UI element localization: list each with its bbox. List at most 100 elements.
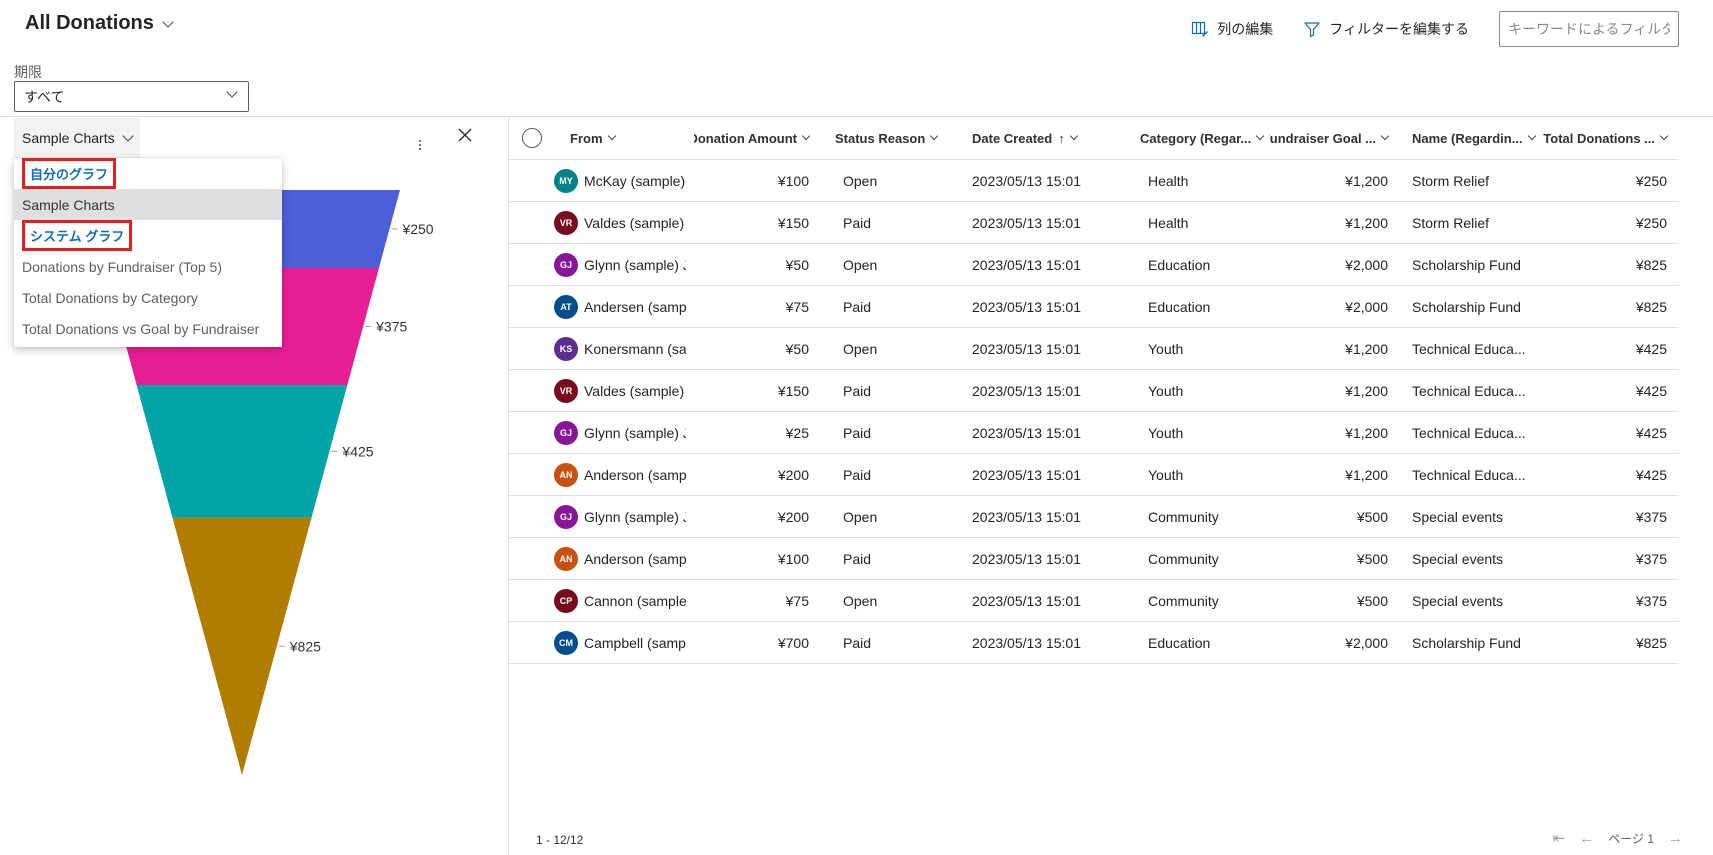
table-row[interactable]: GJ Glynn (sample) Ji ¥200 Open 2023/05/13 15… <box>509 496 1679 538</box>
cell-donation-amount: ¥100 <box>777 550 809 567</box>
column-header-label: Total Donations ... <box>1543 130 1655 146</box>
data-label: ¥375 <box>375 319 407 335</box>
cell-total-donations: ¥375 <box>1635 508 1667 525</box>
cell-from[interactable]: VR Valdes (sample) F <box>554 210 694 235</box>
select-all-radio[interactable] <box>521 128 542 148</box>
cell-name: Special events <box>1412 592 1504 609</box>
column-header-date-created[interactable]: Date Created ↑ <box>964 131 1134 146</box>
cell-from[interactable]: MY McKay (sample) Y <box>554 168 694 193</box>
cell-category: Education <box>1148 256 1211 273</box>
column-header-category[interactable]: Category (Regar... <box>1134 131 1269 146</box>
table-row[interactable]: GJ Glynn (sample) Ji ¥25 Paid 2023/05/13 15:… <box>509 412 1679 454</box>
cell-total-donations: ¥250 <box>1635 214 1667 231</box>
select-all-cell <box>509 128 554 148</box>
grid-header-row: From Donation Amount Status Reason Date … <box>509 117 1679 160</box>
column-header-name[interactable]: Name (Regardin... <box>1404 131 1539 146</box>
record-count: 1 - 12/12 <box>536 833 584 847</box>
cell-fundraiser-goal: ¥1,200 <box>1345 172 1388 189</box>
from-text: Campbell (sampl <box>584 634 686 651</box>
table-row[interactable]: CM Campbell (sampl ¥700 Paid 2023/05/13 15:0… <box>509 622 1679 664</box>
next-page-icon[interactable]: → <box>1668 830 1683 847</box>
cell-from[interactable]: GJ Glynn (sample) Ji <box>554 420 694 445</box>
cell-donation-amount: ¥50 <box>785 340 809 357</box>
table-row[interactable]: VR Valdes (sample) F ¥150 Paid 2023/05/13 15… <box>509 202 1679 244</box>
cell-category: Community <box>1148 508 1219 525</box>
period-dropdown[interactable]: すべて <box>14 81 249 112</box>
close-icon[interactable] <box>456 126 474 144</box>
column-header-total-donations[interactable]: Total Donations ... <box>1539 131 1679 146</box>
cell-from[interactable]: VR Valdes (sample) F <box>554 378 694 403</box>
cell-fundraiser-goal: ¥2,000 <box>1345 634 1388 651</box>
system-charts-header: システム グラフ <box>14 220 282 251</box>
table-row[interactable]: MY McKay (sample) Y ¥100 Open 2023/05/13 15:… <box>509 160 1679 202</box>
menu-item-donations-vs-goal[interactable]: Total Donations vs Goal by Fundraiser <box>14 313 282 344</box>
column-header-from[interactable]: From <box>554 131 694 146</box>
cell-from[interactable]: KS Konersmann (sar <box>554 336 694 361</box>
cell-name: Special events <box>1412 550 1504 567</box>
cell-from[interactable]: GJ Glynn (sample) Ji <box>554 504 694 529</box>
table-row[interactable]: AN Anderson (sampl ¥100 Paid 2023/05/13 15:0… <box>509 538 1679 580</box>
cell-from[interactable]: GJ Glynn (sample) Ji <box>554 252 694 277</box>
donations-grid: From Donation Amount Status Reason Date … <box>509 117 1679 664</box>
previous-page-icon[interactable]: ← <box>1579 830 1594 847</box>
cell-total-donations: ¥250 <box>1635 172 1667 189</box>
cell-total-donations: ¥825 <box>1635 298 1667 315</box>
cell-from[interactable]: CM Campbell (sampl <box>554 630 694 655</box>
cell-date-created: 2023/05/13 15:01 <box>972 424 1081 441</box>
column-header-fundraiser-goal[interactable]: Fundraiser Goal ... <box>1269 131 1404 146</box>
chevron-down-icon <box>226 86 238 98</box>
funnel-segment[interactable] <box>136 385 348 518</box>
edit-filters-button[interactable]: フィルターを編集する <box>1303 19 1469 39</box>
cell-from[interactable]: AN Anderson (sampl <box>554 546 694 571</box>
chevron-down-icon <box>162 15 174 28</box>
menu-item-donations-by-category[interactable]: Total Donations by Category <box>14 282 282 313</box>
page-label: ページ 1 <box>1608 831 1654 846</box>
chevron-down-icon <box>1256 131 1265 141</box>
cell-category: Youth <box>1148 340 1184 357</box>
cell-fundraiser-goal: ¥1,200 <box>1345 214 1388 231</box>
filter-icon <box>1304 22 1320 38</box>
cell-date-created: 2023/05/13 15:01 <box>972 634 1081 651</box>
table-row[interactable]: AT Andersen (sampl ¥75 Paid 2023/05/13 15:01… <box>509 286 1679 328</box>
table-row[interactable]: KS Konersmann (sar ¥50 Open 2023/05/13 15:01… <box>509 328 1679 370</box>
menu-item-sample-charts[interactable]: Sample Charts <box>14 189 282 220</box>
cell-name: Scholarship Fund <box>1412 634 1521 651</box>
from-text: Glynn (sample) Ji <box>584 256 686 273</box>
cell-from[interactable]: AT Andersen (sampl <box>554 294 694 319</box>
chart-selector-button[interactable]: Sample Charts <box>14 118 140 158</box>
column-header-label: Date Created <box>972 130 1053 146</box>
cell-category: Health <box>1148 214 1189 231</box>
view-selector[interactable]: All Donations <box>25 12 174 35</box>
cell-date-created: 2023/05/13 15:01 <box>972 256 1081 273</box>
cell-from[interactable]: CP Cannon (sample) <box>554 588 694 613</box>
cell-status-reason: Open <box>843 256 878 273</box>
edit-columns-button[interactable]: 列の編集 <box>1191 19 1273 39</box>
cell-category: Community <box>1148 592 1219 609</box>
sort-ascending-icon: ↑ <box>1058 130 1065 146</box>
from-text: Valdes (sample) F <box>584 214 686 231</box>
table-row[interactable]: GJ Glynn (sample) Ji ¥50 Open 2023/05/13 15:… <box>509 244 1679 286</box>
table-row[interactable]: VR Valdes (sample) F ¥150 Paid 2023/05/13 15… <box>509 370 1679 412</box>
from-text: Anderson (sampl <box>584 466 686 483</box>
cell-fundraiser-goal: ¥500 <box>1356 508 1388 525</box>
more-options-icon[interactable] <box>412 134 428 156</box>
cell-date-created: 2023/05/13 15:01 <box>972 508 1081 525</box>
cell-donation-amount: ¥150 <box>777 214 809 231</box>
table-row[interactable]: CP Cannon (sample) ¥75 Open 2023/05/13 15:01… <box>509 580 1679 622</box>
cell-status-reason: Paid <box>843 466 872 483</box>
cell-fundraiser-goal: ¥1,200 <box>1345 382 1388 399</box>
cell-name: Storm Relief <box>1412 214 1490 231</box>
column-header-donation-amount[interactable]: Donation Amount <box>694 131 829 146</box>
avatar: GJ <box>554 420 578 445</box>
table-row[interactable]: AN Anderson (sampl ¥200 Paid 2023/05/13 15:0… <box>509 454 1679 496</box>
avatar: VR <box>554 378 578 403</box>
menu-item-donations-by-fundraiser[interactable]: Donations by Fundraiser (Top 5) <box>14 251 282 282</box>
first-page-icon[interactable]: ⇤ <box>1553 829 1566 847</box>
avatar: GJ <box>554 252 578 277</box>
keyword-filter-input[interactable] <box>1499 11 1679 47</box>
cell-category: Community <box>1148 550 1219 567</box>
chevron-down-icon <box>607 131 616 141</box>
chevron-down-icon <box>801 131 811 141</box>
column-header-status-reason[interactable]: Status Reason <box>829 131 964 146</box>
cell-from[interactable]: AN Anderson (sampl <box>554 462 694 487</box>
